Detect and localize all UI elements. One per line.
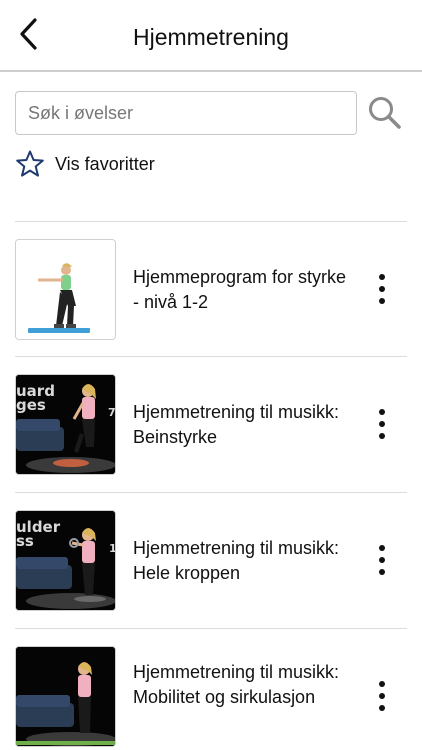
star-outline-icon	[16, 150, 44, 177]
more-vertical-icon	[379, 681, 385, 687]
exercise-thumbnail	[15, 646, 116, 747]
app-header: Hjemmetrening	[0, 0, 422, 72]
item-title: Hjemmetrening til musikk: Beinstyrke	[133, 402, 340, 447]
list-item[interactable]: Hjemmetrening til musikk: Mobilitet og s…	[0, 628, 422, 750]
more-options-button[interactable]	[366, 267, 398, 311]
item-title: Hjemmeprogram for styrke - nivå 1-2	[133, 267, 347, 312]
more-vertical-icon	[379, 274, 385, 280]
search-button[interactable]	[365, 93, 405, 133]
list-item[interactable]: uard ges 7 Hjemmetrening til musikk: Bei…	[0, 356, 422, 492]
search-input[interactable]	[15, 91, 357, 135]
item-title: Hjemmetrening til musikk: Hele kroppen	[133, 538, 340, 583]
page-title: Hjemmetrening	[133, 24, 289, 50]
more-options-button[interactable]	[366, 402, 398, 446]
thumbnail-overlay-text: ss	[16, 532, 34, 550]
exercise-thumbnail	[15, 239, 116, 340]
more-options-button[interactable]	[366, 674, 398, 718]
list-item[interactable]: ulder ss 1 Hjemmetrening til musikk: Hel…	[0, 492, 422, 628]
search-bar	[15, 91, 407, 135]
list-item[interactable]: Hjemmeprogram for styrke - nivå 1-2	[0, 221, 422, 357]
thumbnail-overlay-text: 1	[109, 542, 116, 555]
item-title: Hjemmetrening til musikk: Mobilitet og s…	[133, 662, 340, 707]
thumbnail-overlay-text: ges	[16, 396, 46, 414]
show-favorites-toggle[interactable]: Vis favoritter	[15, 148, 155, 180]
exercise-thumbnail: uard ges 7	[15, 374, 116, 475]
search-icon	[369, 97, 401, 129]
more-vertical-icon	[379, 409, 385, 415]
more-options-button[interactable]	[366, 538, 398, 582]
thumbnail-overlay-text: 7	[108, 406, 116, 419]
more-vertical-icon	[379, 545, 385, 551]
show-favorites-label: Vis favoritter	[55, 153, 155, 174]
exercise-thumbnail: ulder ss 1	[15, 510, 116, 611]
